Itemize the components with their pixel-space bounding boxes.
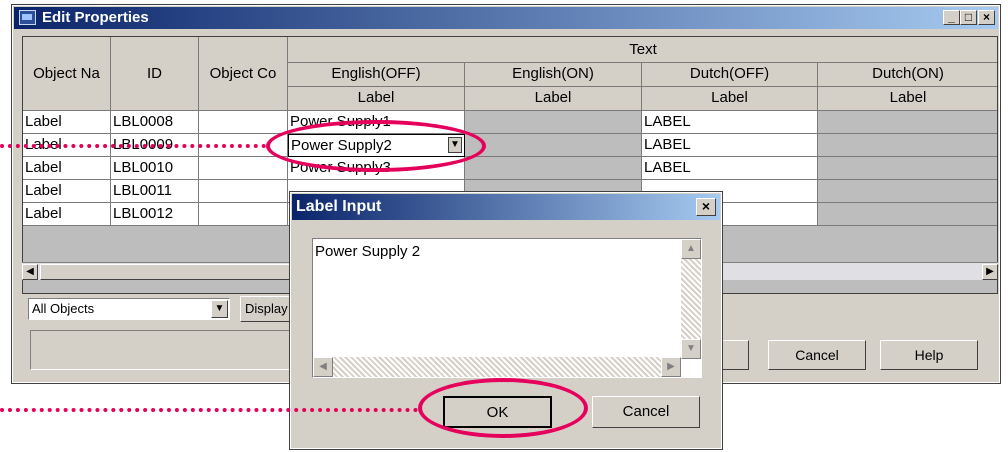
cell-id[interactable]: LBL0008 <box>111 111 199 134</box>
dialog-titlebar[interactable]: Label Input × <box>292 194 720 220</box>
cell-dutch-off[interactable]: LABEL <box>642 111 818 134</box>
dialog-vertical-scrollbar[interactable]: ▲ ▼ <box>681 239 701 359</box>
maximize-button[interactable]: □ <box>960 10 977 25</box>
cell-dutch-on[interactable] <box>818 157 997 180</box>
dialog-close-icon[interactable]: × <box>696 198 716 216</box>
label-text-area[interactable]: Power Supply 2 ▲ ▼ ◀ ▶ <box>312 238 702 378</box>
cell-dutch-on[interactable] <box>818 180 997 203</box>
subheader-label: Label <box>288 87 465 111</box>
cell-object-comment[interactable] <box>199 180 288 203</box>
cell-object-name[interactable]: Label <box>23 157 111 180</box>
ok-button-partial[interactable] <box>722 340 749 370</box>
cell-english-on[interactable] <box>465 111 642 134</box>
window-titlebar[interactable]: Edit Properties _ □ × <box>14 7 998 29</box>
highlight-dotted-line-cell <box>0 144 266 148</box>
display-button[interactable]: Display <box>240 296 290 322</box>
object-filter-select[interactable]: All Objects ▼ <box>28 298 230 320</box>
scroll-left-icon[interactable]: ◀ <box>22 264 38 280</box>
help-label: Help <box>914 347 944 363</box>
close-button[interactable]: × <box>978 10 995 25</box>
cell-object-name[interactable]: Label <box>23 180 111 203</box>
subheader-label: Label <box>465 87 642 111</box>
app-icon <box>19 10 36 25</box>
cell-object-comment[interactable] <box>199 111 288 134</box>
subheader-label: Label <box>818 87 997 111</box>
cell-id[interactable]: LBL0010 <box>111 157 199 180</box>
status-panel <box>30 330 290 370</box>
cell-dutch-on[interactable] <box>818 203 997 226</box>
scroll-down-icon[interactable]: ▼ <box>681 339 701 359</box>
cell-dutch-off[interactable]: LABEL <box>642 157 818 180</box>
cell-english-on[interactable] <box>465 157 642 180</box>
label-text-value[interactable]: Power Supply 2 <box>315 243 420 260</box>
scroll-right-icon[interactable]: ▶ <box>661 357 681 377</box>
chevron-down-icon[interactable]: ▼ <box>211 300 228 318</box>
object-filter-value: All Objects <box>32 301 95 316</box>
cancel-button[interactable]: Cancel <box>768 340 866 370</box>
dialog-horizontal-scrollbar[interactable]: ◀ ▶ <box>313 357 681 377</box>
cell-id[interactable]: LBL0011 <box>111 180 199 203</box>
col-header-id[interactable]: ID <box>111 37 199 111</box>
col-header-english-on[interactable]: English(ON) <box>465 63 642 87</box>
minimize-button[interactable]: _ <box>943 10 960 25</box>
scroll-left-icon[interactable]: ◀ <box>313 357 333 377</box>
cell-object-name[interactable]: Label <box>23 111 111 134</box>
window-title: Edit Properties <box>42 9 149 26</box>
scroll-up-icon[interactable]: ▲ <box>681 239 701 259</box>
dialog-cancel-label: Cancel <box>622 403 670 420</box>
dialog-title: Label Input <box>296 198 382 215</box>
cell-id[interactable]: LBL0012 <box>111 203 199 226</box>
cell-dutch-on[interactable] <box>818 134 997 157</box>
col-header-object-comment[interactable]: Object Co <box>199 37 288 111</box>
cell-english-on[interactable] <box>465 134 642 157</box>
highlight-ring-ok <box>418 378 588 438</box>
scroll-thumb[interactable] <box>40 264 290 280</box>
highlight-dotted-line-ok <box>0 408 418 412</box>
cell-object-comment[interactable] <box>199 203 288 226</box>
col-header-english-off[interactable]: English(OFF) <box>288 63 465 87</box>
subheader-label: Label <box>642 87 818 111</box>
highlight-ring-cell <box>266 120 486 172</box>
col-header-dutch-off[interactable]: Dutch(OFF) <box>642 63 818 87</box>
help-button[interactable]: Help <box>880 340 978 370</box>
col-header-dutch-on[interactable]: Dutch(ON) <box>818 63 997 87</box>
dialog-cancel-button[interactable]: Cancel <box>592 396 700 428</box>
cancel-label: Cancel <box>795 347 839 363</box>
col-group-text: Text <box>288 37 997 63</box>
cell-dutch-off[interactable]: LABEL <box>642 134 818 157</box>
col-header-object-name[interactable]: Object Na <box>23 37 111 111</box>
cell-object-comment[interactable] <box>199 157 288 180</box>
cell-dutch-on[interactable] <box>818 111 997 134</box>
cell-object-name[interactable]: Label <box>23 203 111 226</box>
scroll-right-icon[interactable]: ▶ <box>982 264 998 280</box>
